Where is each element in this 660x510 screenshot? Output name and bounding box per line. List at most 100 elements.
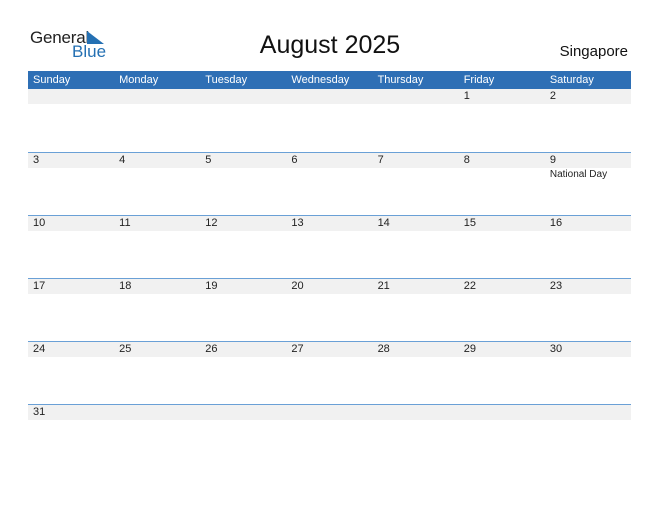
day-cell [286, 89, 372, 104]
day-number: 6 [291, 154, 298, 166]
day-cell: 10 [28, 216, 114, 231]
week-days: 12 [28, 89, 631, 104]
week-days: 31 [28, 405, 631, 420]
day-cell: 11 [114, 216, 200, 231]
day-number: 18 [119, 280, 132, 292]
day-cell [373, 89, 459, 104]
day-number: 17 [33, 280, 46, 292]
day-number [464, 405, 545, 420]
day-cell [114, 405, 200, 420]
day-cell: 7 [373, 153, 459, 182]
week-row: 24 25 26 27 28 29 30 [28, 341, 631, 404]
day-number: 31 [33, 406, 46, 418]
day-cell: 24 [28, 342, 114, 357]
day-number [291, 405, 372, 420]
day-cell [459, 405, 545, 420]
day-cell [373, 405, 459, 420]
day-number: 1 [463, 90, 470, 102]
week-row: 31 [28, 404, 631, 467]
day-number: 4 [119, 154, 126, 166]
day-cell [114, 89, 200, 104]
week-row: 3 4 5 6 7 8 9 National Day [28, 152, 631, 215]
day-cell [200, 405, 286, 420]
day-number: 26 [205, 343, 218, 355]
day-number [205, 89, 286, 104]
weekday-wednesday: Wednesday [291, 74, 350, 86]
day-number: 29 [463, 343, 476, 355]
day-cell [200, 89, 286, 104]
day-number: 10 [33, 217, 46, 229]
weekday-friday: Friday [463, 74, 495, 86]
weeks-container: 1 2 3 4 5 6 7 8 9 National Day 10 11 12 13 14 15 16 17 18 1… [28, 89, 631, 467]
day-number [291, 89, 372, 104]
day-number: 7 [377, 154, 384, 166]
week-row: 12 [28, 89, 631, 152]
week-row: 10 11 12 13 14 15 16 [28, 215, 631, 278]
day-cell: 19 [200, 279, 286, 294]
week-days: 10 11 12 13 14 15 16 [28, 216, 631, 231]
day-number [119, 405, 200, 420]
weekday-monday: Monday [119, 74, 159, 86]
day-cell: 31 [28, 405, 114, 420]
day-number: 28 [377, 343, 390, 355]
day-number [205, 405, 286, 420]
day-number: 30 [549, 343, 563, 355]
day-cell: 16 [545, 216, 631, 231]
holiday-label: National Day [549, 169, 608, 180]
day-number: 13 [291, 217, 304, 229]
calendar-grid: Sunday Monday Tuesday Wednesday Thursday… [28, 71, 631, 467]
day-number: 22 [463, 280, 476, 292]
day-cell: 21 [373, 279, 459, 294]
weekday-sunday: Sunday [33, 74, 71, 86]
week-row: 17 18 19 20 21 22 23 [28, 278, 631, 341]
day-cell: 23 [545, 279, 631, 294]
day-cell: 26 [200, 342, 286, 357]
day-number [33, 89, 114, 104]
day-cell: 12 [200, 216, 286, 231]
day-number: 2 [549, 90, 556, 102]
day-cell: 14 [373, 216, 459, 231]
day-cell [28, 89, 114, 104]
day-cell: 1 [459, 89, 545, 104]
day-number: 27 [291, 343, 304, 355]
day-number: 25 [119, 343, 132, 355]
day-cell: 30 [545, 342, 631, 357]
day-number: 19 [205, 280, 218, 292]
weekday-tuesday: Tuesday [205, 74, 248, 86]
day-number: 23 [549, 280, 563, 292]
day-number [119, 89, 200, 104]
weekday-saturday: Saturday [549, 74, 594, 86]
day-number [550, 405, 631, 420]
day-cell: 5 [200, 153, 286, 182]
day-cell: 8 [459, 153, 545, 182]
day-cell: 27 [286, 342, 372, 357]
day-number [378, 405, 459, 420]
day-number: 16 [549, 217, 563, 229]
country-label: Singapore [559, 43, 628, 60]
day-cell: 2 [545, 89, 631, 104]
day-number: 14 [377, 217, 390, 229]
week-days: 24 25 26 27 28 29 30 [28, 342, 631, 357]
day-number: 15 [463, 217, 476, 229]
day-cell: 29 [459, 342, 545, 357]
day-number: 9 [549, 154, 556, 166]
day-cell: 15 [459, 216, 545, 231]
day-number: 11 [119, 217, 131, 229]
day-number: 5 [205, 154, 212, 166]
week-days: 17 18 19 20 21 22 23 [28, 279, 631, 294]
day-cell: 25 [114, 342, 200, 357]
day-cell: 28 [373, 342, 459, 357]
day-cell: 18 [114, 279, 200, 294]
day-cell: 17 [28, 279, 114, 294]
day-cell: 3 [28, 153, 114, 182]
day-number: 21 [377, 280, 390, 292]
day-cell: 6 [286, 153, 372, 182]
day-cell: 4 [114, 153, 200, 182]
day-number: 3 [33, 154, 40, 166]
day-cell: 9 National Day [545, 153, 631, 182]
day-cell [286, 405, 372, 420]
day-number: 20 [291, 280, 304, 292]
day-cell: 13 [286, 216, 372, 231]
day-cell [545, 405, 631, 420]
day-number [378, 89, 459, 104]
